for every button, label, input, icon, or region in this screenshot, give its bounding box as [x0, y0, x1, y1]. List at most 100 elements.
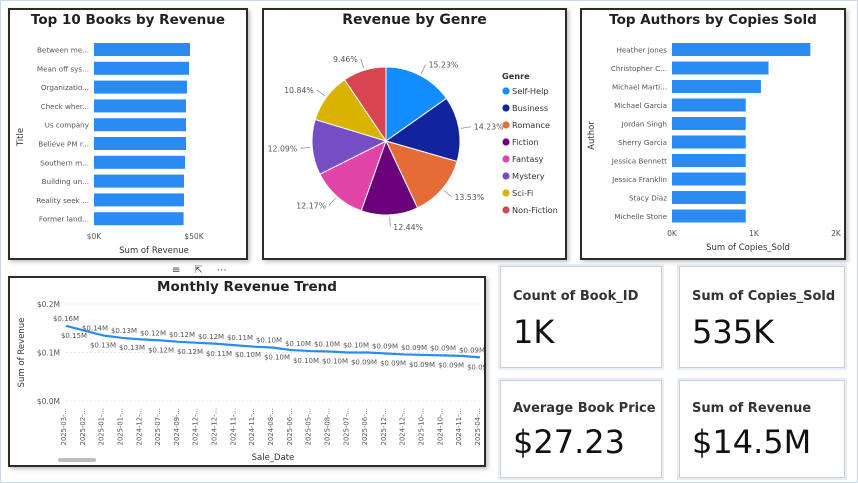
- legend-label: Romance: [512, 120, 550, 130]
- bar: [94, 193, 184, 207]
- x-tick-label: 2025-05-...: [305, 408, 313, 445]
- data-label: $0.13M: [111, 327, 137, 335]
- slice-percent-label: 12.09%: [268, 144, 298, 153]
- legend-marker: [502, 206, 510, 214]
- legend-marker: [502, 138, 510, 146]
- data-label: $0.13M: [90, 342, 116, 350]
- category-label: Jessica Franklin: [611, 175, 667, 184]
- x-tick-label: 2025-06-...: [286, 408, 294, 445]
- legend-label: Fiction: [512, 137, 539, 147]
- x-tick-label: 1K: [749, 229, 760, 238]
- legend-label: Fantasy: [512, 154, 544, 164]
- x-tick-label: 2025-04-...: [474, 408, 482, 445]
- category-label: Michelle Stone: [614, 212, 667, 221]
- category-label: Southern m...: [40, 158, 89, 167]
- slice-percent-label: 9.46%: [333, 55, 358, 64]
- data-label: $0.09M: [467, 363, 484, 371]
- horizontal-scrollbar[interactable]: [58, 458, 96, 462]
- data-label: $0.09M: [401, 344, 427, 352]
- legend-label: Business: [512, 103, 548, 113]
- data-label: $0.09M: [380, 359, 406, 367]
- category-label: Check wher...: [41, 102, 89, 111]
- x-tick-label: 2025-03-...: [60, 408, 68, 445]
- x-tick-label: 2025-01-...: [116, 408, 124, 445]
- data-label: $0.09M: [351, 359, 377, 367]
- slice-leader-line: [328, 197, 336, 206]
- x-tick-label: 2024-09-...: [173, 408, 181, 445]
- bar: [672, 98, 746, 112]
- visual-header-icons: ≡ ⇱ ⋯: [172, 265, 227, 276]
- x-tick-label: 2025-02-...: [79, 408, 87, 445]
- category-label: Building un...: [42, 177, 89, 186]
- data-label: $0.11M: [206, 350, 232, 358]
- data-label: $0.10M: [256, 337, 282, 345]
- x-tick-label: 2024-12-...: [192, 408, 200, 445]
- bar: [672, 172, 746, 186]
- y-axis-title: Title: [16, 128, 26, 147]
- kpi-label: Average Book Price: [513, 401, 656, 416]
- legend-label: Sci-Fi: [512, 188, 533, 198]
- category-label: Mean off sys...: [37, 64, 89, 73]
- legend-marker: [502, 104, 510, 112]
- data-label: $0.09M: [438, 361, 464, 369]
- data-label: $0.10M: [322, 358, 348, 366]
- kpi-value: $27.23: [513, 423, 625, 461]
- x-tick-label: 2025-10-...: [418, 408, 426, 445]
- kpi-card-revenue: Sum of Revenue $14.5M: [679, 380, 845, 478]
- kpi-card-avg-price: Average Book Price $27.23: [500, 380, 662, 478]
- more-options-icon[interactable]: ⋯: [217, 265, 227, 276]
- data-label: $0.10M: [293, 357, 319, 365]
- revenue-trend-visual[interactable]: Monthly Revenue Trend $0.0M $0.1M $0.2M $0.…: [8, 276, 486, 467]
- genre-revenue-visual[interactable]: Revenue by Genre 15.23% 14.23% 13.53% 12.44…: [262, 8, 567, 260]
- data-label: $0.09M: [372, 342, 398, 350]
- category-label: Christopher C...: [611, 64, 667, 73]
- data-label: $0.11M: [227, 334, 253, 342]
- data-label: $0.09M: [459, 346, 484, 354]
- slice-leader-line: [360, 58, 365, 69]
- authors-bar-chart: Heather Jones Christopher C... Michael Mar…: [587, 43, 842, 253]
- data-label: $0.10M: [314, 341, 340, 349]
- bar: [94, 99, 186, 113]
- category-label: Jordan Singh: [621, 120, 667, 129]
- slice-leader-line: [300, 147, 311, 149]
- x-tick-label: 2024-11-...: [248, 408, 256, 445]
- x-tick-label: 2024-11-...: [229, 408, 237, 445]
- bar: [672, 191, 746, 204]
- books-revenue-visual[interactable]: Top 10 Books by Revenue Between me... Mea…: [8, 8, 248, 260]
- data-label: $0.10M: [343, 342, 369, 350]
- legend-label: Self-Help: [512, 86, 549, 96]
- x-tick-label: 2024-12-...: [211, 408, 219, 445]
- category-label: Heather Jones: [616, 46, 667, 55]
- legend-marker: [502, 155, 510, 163]
- kpi-label: Sum of Revenue: [692, 401, 812, 416]
- legend-label: Mystery: [512, 171, 545, 181]
- x-tick-label: 2025-01-...: [98, 408, 106, 445]
- authors-copies-visual[interactable]: Top Authors by Copies Sold Heather Jones…: [580, 8, 846, 260]
- x-tick-label: $50K: [184, 232, 204, 241]
- genre-pie-chart: 15.23% 14.23% 13.53% 12.44% 12.17% 12.09% 10.8…: [268, 55, 558, 232]
- x-tick-label: 2024-12-...: [399, 408, 407, 445]
- focus-mode-icon[interactable]: ⇱: [194, 265, 202, 276]
- x-tick-label: 2025-12-...: [380, 408, 388, 445]
- y-tick-label: $0.2M: [37, 300, 60, 309]
- data-label: $0.12M: [177, 348, 203, 356]
- legend-label: Non-Fiction: [512, 205, 558, 215]
- data-label: $0.12M: [198, 333, 224, 341]
- x-tick-label: 2024-12-...: [135, 408, 143, 445]
- data-label: $0.12M: [169, 331, 195, 339]
- filter-icon[interactable]: ≡: [172, 265, 180, 276]
- category-label: Organizatio...: [41, 83, 89, 92]
- x-tick-label: $0K: [87, 232, 103, 241]
- x-tick-label: 2025-06-...: [361, 408, 369, 445]
- x-tick-label: 2025-07-...: [154, 408, 162, 445]
- category-label: Reality seek ...: [36, 196, 89, 205]
- category-label: Between me...: [37, 46, 89, 55]
- legend-marker: [502, 87, 510, 95]
- data-label: $0.15M: [61, 332, 87, 340]
- data-label: $0.09M: [430, 344, 456, 352]
- kpi-value: $14.5M: [692, 423, 812, 461]
- x-tick-label: 0K: [667, 229, 678, 238]
- kpi-label: Sum of Copies_Sold: [692, 289, 836, 304]
- data-label: $0.10M: [285, 340, 311, 348]
- category-label: Jessica Bennett: [611, 157, 667, 166]
